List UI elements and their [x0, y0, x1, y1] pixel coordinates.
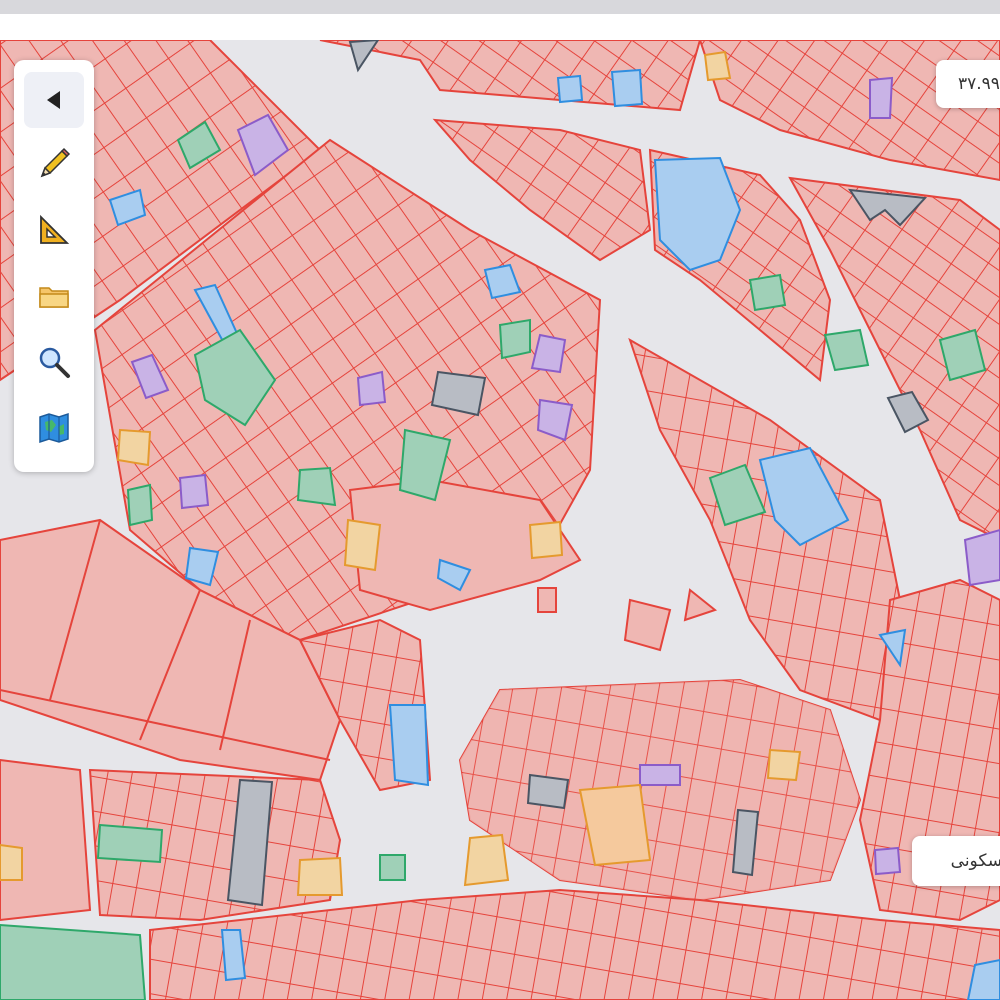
back-tool-button[interactable]	[24, 72, 84, 128]
folder-icon	[39, 287, 69, 308]
measure-tool-button[interactable]	[24, 202, 84, 258]
coordinate-value: ۳۷.۹۹	[958, 74, 1000, 94]
block-top-strip	[319, 40, 702, 112]
map-layers-button[interactable]	[24, 400, 84, 456]
browser-top-bar	[0, 0, 1000, 14]
pencil-icon	[40, 147, 71, 178]
block-left-bottom-edge	[0, 758, 92, 922]
set-square-icon	[40, 214, 70, 244]
open-file-button[interactable]	[24, 268, 84, 324]
block-center-right	[628, 337, 922, 722]
parcel-map[interactable]	[0, 40, 1000, 1000]
landuse-label: مسکونی	[912, 836, 1000, 886]
back-arrow-icon	[47, 91, 60, 109]
landuse-label-text: مسکونی	[950, 851, 1000, 871]
map-header-strip	[0, 14, 1000, 40]
draw-tool-button[interactable]	[24, 136, 84, 192]
magnifier-icon	[39, 347, 70, 378]
search-tool-button[interactable]	[24, 334, 84, 390]
map-toolbar	[14, 60, 94, 472]
coordinate-readout: ۳۷.۹۹	[936, 60, 1000, 108]
map-book-icon	[39, 412, 69, 444]
